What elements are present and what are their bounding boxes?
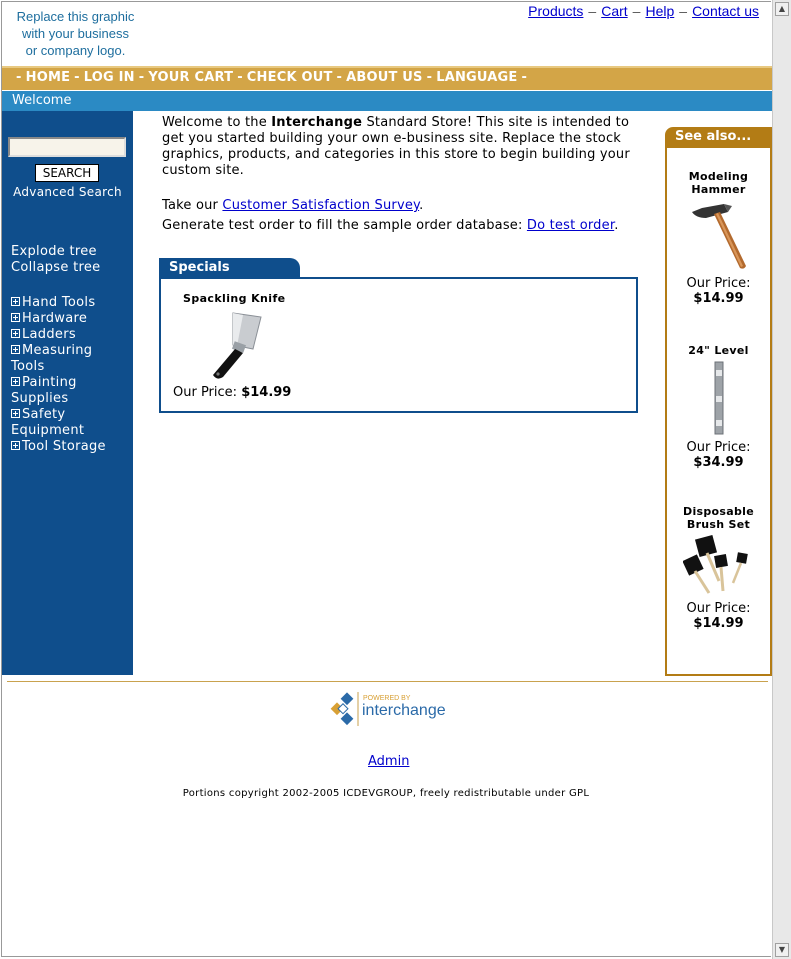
products-link[interactable]: Products xyxy=(528,3,583,19)
expand-plus-icon[interactable] xyxy=(11,441,20,450)
separator: – xyxy=(679,3,688,19)
brush-set-icon[interactable] xyxy=(681,534,755,597)
expand-plus-icon[interactable] xyxy=(11,409,20,418)
nav-your-cart[interactable]: YOUR CART xyxy=(148,70,233,85)
scroll-down-arrow-icon[interactable]: ▼ xyxy=(775,943,789,957)
intro-paragraph: Welcome to the Interchange Standard Stor… xyxy=(162,115,630,178)
scroll-up-arrow-icon[interactable]: ▲ xyxy=(775,2,789,16)
expand-plus-icon[interactable] xyxy=(11,345,20,354)
category-item[interactable]: Ladders xyxy=(11,327,129,343)
welcome-bar: Welcome xyxy=(2,91,772,111)
expand-plus-icon[interactable] xyxy=(11,329,20,338)
category-item[interactable]: Safety Equipment xyxy=(11,407,129,439)
category-item[interactable]: Painting Supplies xyxy=(11,375,129,407)
expand-plus-icon[interactable] xyxy=(11,377,20,386)
copyright-text: Portions copyright 2002-2005 ICDEVGROUP,… xyxy=(182,788,590,799)
specials-box: Spackling Knife Our Price: $14.99 xyxy=(159,277,638,413)
collapse-tree-link[interactable]: Collapse tree xyxy=(11,260,100,276)
modeling-hammer-icon[interactable] xyxy=(684,200,754,272)
admin-link[interactable]: Admin xyxy=(368,754,409,769)
welcome-text: Welcome xyxy=(12,93,72,108)
category-item[interactable]: Hardware xyxy=(11,311,129,327)
logo-line-3: or company logo. xyxy=(25,43,126,58)
separator: – xyxy=(588,3,597,19)
category-item[interactable]: Measuring Tools xyxy=(11,343,129,375)
special-product-price: Our Price: $14.99 xyxy=(173,385,292,400)
expand-plus-icon[interactable] xyxy=(11,313,20,322)
company-logo-placeholder[interactable]: Replace this graphic with your business … xyxy=(8,8,143,59)
explode-tree-link[interactable]: Explode tree xyxy=(11,244,100,260)
help-link[interactable]: Help xyxy=(645,3,674,19)
nav-log-in[interactable]: LOG IN xyxy=(84,70,135,85)
specials-tab: Specials xyxy=(159,258,300,278)
search-button[interactable]: SEARCH xyxy=(35,164,99,182)
search-input[interactable] xyxy=(8,137,126,157)
main-content: Welcome to the Interchange Standard Stor… xyxy=(162,115,642,234)
tree-controls: Explode tree Collapse tree xyxy=(11,244,100,276)
nav-check-out[interactable]: CHECK OUT xyxy=(247,70,333,85)
sidebar: SEARCH Advanced Search Explode tree Coll… xyxy=(2,111,133,675)
vertical-scrollbar[interactable]: ▲ ▼ xyxy=(772,0,791,959)
interchange-logo-icon: POWERED BY interchange xyxy=(330,692,446,726)
powered-by-label: POWERED BY xyxy=(363,695,411,702)
nav-home[interactable]: HOME xyxy=(26,70,71,85)
powered-by-interchange-badge[interactable]: POWERED BY interchange xyxy=(327,690,457,734)
nav-about-us[interactable]: ABOUT US xyxy=(346,70,423,85)
nav-language[interactable]: LANGUAGE xyxy=(436,70,517,85)
top-links: Products – Cart – Help – Contact us xyxy=(528,3,759,19)
cart-link[interactable]: Cart xyxy=(601,3,627,19)
logo-line-2: with your business xyxy=(22,26,129,41)
category-tree: Hand Tools Hardware Ladders Measuring To… xyxy=(11,295,129,455)
do-test-order-link[interactable]: Do test order xyxy=(527,218,614,233)
contact-us-link[interactable]: Contact us xyxy=(692,3,759,19)
survey-line: Take our Customer Satisfaction Survey. xyxy=(162,198,424,213)
separator: – xyxy=(632,3,641,19)
test-order-line: Generate test order to fill the sample o… xyxy=(162,218,619,233)
logo-line-1: Replace this graphic xyxy=(16,9,135,24)
category-item[interactable]: Hand Tools xyxy=(11,295,129,311)
see-also-box: Modeling Hammer Our Price: $14.99 24" Le… xyxy=(665,148,772,676)
see-also-item[interactable]: 24" Level Our Price: $34.99 xyxy=(667,344,770,470)
survey-link[interactable]: Customer Satisfaction Survey xyxy=(222,198,419,213)
see-also-item[interactable]: Disposable Brush Set Our Price: $14.99 xyxy=(667,505,770,631)
advanced-search-link[interactable]: Advanced Search xyxy=(2,185,133,199)
category-item[interactable]: Tool Storage xyxy=(11,439,129,455)
expand-plus-icon[interactable] xyxy=(11,297,20,306)
footer-divider xyxy=(7,681,768,682)
main-nav-bar: - HOME - LOG IN - YOUR CART - CHECK OUT - ABOUT U… xyxy=(2,66,772,90)
spackling-knife-icon[interactable] xyxy=(203,309,265,381)
see-also-item[interactable]: Modeling Hammer Our Price: $14.99 xyxy=(667,170,770,306)
interchange-brand-label: interchange xyxy=(362,702,446,719)
level-tool-icon[interactable] xyxy=(709,360,729,436)
see-also-header: See also... xyxy=(665,127,772,149)
special-product-name[interactable]: Spackling Knife xyxy=(183,292,286,305)
